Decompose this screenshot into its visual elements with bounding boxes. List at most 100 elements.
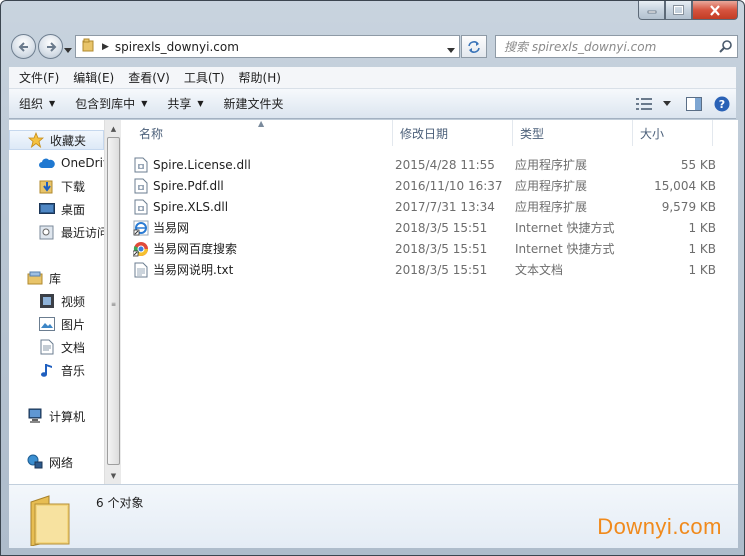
nav-documents[interactable]: 文档 bbox=[39, 337, 85, 357]
file-name: Spire.XLS.dll bbox=[153, 199, 229, 214]
folder-icon bbox=[27, 492, 75, 549]
file-row[interactable]: 当易网说明.txt 2018/3/5 15:51 文本文档 1 KB bbox=[133, 259, 716, 280]
column-header-name[interactable]: 名称 bbox=[121, 120, 393, 146]
breadcrumb-arrow-icon[interactable]: ▶ bbox=[102, 42, 109, 52]
address-bar[interactable]: ▶ spirexls_downyi.com bbox=[75, 35, 460, 58]
explorer-window: ▶ spirexls_downyi.com 搜索 spirexls_downyi… bbox=[0, 0, 745, 556]
file-type: 文本文档 bbox=[515, 263, 564, 277]
search-icon[interactable] bbox=[719, 39, 733, 56]
file-row[interactable]: 当易网百度搜索 2018/3/5 15:51 Internet 快捷方式 1 KB bbox=[133, 238, 716, 259]
menu-edit[interactable]: 编辑(E) bbox=[66, 69, 121, 86]
chevron-down-icon: ▼ bbox=[141, 99, 148, 108]
dll-icon bbox=[133, 157, 149, 173]
scroll-down-arrow[interactable]: ▼ bbox=[105, 467, 122, 484]
command-bar: 组织 ▼ 包含到库中 ▼ 共享 ▼ 新建文件夹 ? bbox=[9, 88, 736, 119]
file-date: 2017/7/31 13:34 bbox=[395, 199, 495, 214]
forward-arrow-icon bbox=[46, 41, 56, 52]
maximize-button[interactable] bbox=[665, 1, 692, 20]
refresh-button[interactable] bbox=[461, 35, 487, 58]
file-name-cell[interactable]: 当易网 bbox=[133, 219, 395, 236]
menu-tools[interactable]: 工具(T) bbox=[177, 69, 232, 86]
share-button[interactable]: 共享 ▼ bbox=[157, 89, 213, 118]
column-header-modified[interactable]: 修改日期 bbox=[393, 120, 513, 146]
new-folder-label: 新建文件夹 bbox=[223, 97, 284, 111]
file-type: 应用程序扩展 bbox=[515, 200, 588, 214]
nav-computer-label: 计算机 bbox=[49, 409, 86, 424]
nav-network[interactable]: 网络 bbox=[27, 452, 73, 472]
navigation-pane: 收藏夹 OneDrive 下载 桌面 最近访问 bbox=[9, 120, 104, 484]
chevron-down-icon bbox=[447, 48, 455, 53]
menu-file[interactable]: 文件(F) bbox=[12, 69, 66, 86]
file-name: 当易网 bbox=[153, 221, 190, 235]
nav-music-label: 音乐 bbox=[61, 363, 86, 378]
nav-onedrive[interactable]: OneDrive bbox=[39, 153, 104, 173]
back-arrow-icon bbox=[18, 41, 28, 52]
nav-downloads[interactable]: 下载 bbox=[39, 176, 85, 196]
minimize-icon bbox=[647, 10, 656, 14]
preview-pane-button[interactable] bbox=[686, 96, 702, 111]
file-type: 应用程序扩展 bbox=[515, 179, 588, 193]
file-size: 1 KB bbox=[688, 241, 716, 256]
file-name-cell[interactable]: 当易网百度搜索 bbox=[133, 240, 395, 257]
chevron-down-icon[interactable] bbox=[660, 100, 674, 107]
breadcrumb-folder[interactable]: spirexls_downyi.com bbox=[115, 40, 239, 54]
back-button[interactable] bbox=[11, 34, 36, 59]
recent-locations-dropdown[interactable] bbox=[64, 42, 72, 56]
maximize-icon bbox=[673, 5, 684, 15]
file-row[interactable]: 当易网 2018/3/5 15:51 Internet 快捷方式 1 KB bbox=[133, 217, 716, 238]
file-size: 9,579 KB bbox=[661, 199, 716, 214]
column-header-size[interactable]: 大小 bbox=[633, 120, 713, 146]
nav-computer[interactable]: 计算机 bbox=[27, 406, 85, 426]
close-button[interactable] bbox=[692, 1, 738, 20]
menu-view[interactable]: 查看(V) bbox=[121, 69, 177, 86]
nav-pictures[interactable]: 图片 bbox=[39, 314, 85, 334]
site-watermark: Downyi.com bbox=[597, 514, 722, 539]
forward-button[interactable] bbox=[38, 34, 63, 59]
change-view-button[interactable] bbox=[636, 97, 674, 110]
file-row[interactable]: Spire.XLS.dll 2017/7/31 13:34 应用程序扩展 9,579 … bbox=[133, 196, 716, 217]
chevron-down-icon: ▼ bbox=[197, 99, 204, 108]
new-folder-button[interactable]: 新建文件夹 bbox=[214, 89, 294, 118]
file-name-cell[interactable]: Spire.XLS.dll bbox=[133, 199, 395, 215]
file-name-cell[interactable]: Spire.License.dll bbox=[133, 157, 395, 173]
file-type: Internet 快捷方式 bbox=[515, 221, 615, 235]
column-header-type[interactable]: 类型 bbox=[513, 120, 633, 146]
svg-text:?: ? bbox=[719, 98, 725, 111]
scrollbar-thumb[interactable]: ≡ bbox=[107, 137, 120, 465]
minimize-button[interactable] bbox=[638, 1, 665, 20]
nav-favorites[interactable]: 收藏夹 bbox=[9, 130, 104, 150]
view-details-icon bbox=[636, 97, 652, 110]
documents-icon bbox=[39, 339, 55, 355]
file-name-cell[interactable]: Spire.Pdf.dll bbox=[133, 178, 395, 194]
nav-libraries[interactable]: 库 bbox=[27, 268, 61, 288]
address-row: ▶ spirexls_downyi.com 搜索 spirexls_downyi… bbox=[9, 32, 738, 60]
file-date: 2018/3/5 15:51 bbox=[395, 262, 488, 277]
organize-button[interactable]: 组织 ▼ bbox=[9, 89, 65, 118]
nav-downloads-label: 下载 bbox=[61, 179, 86, 194]
downloads-folder-icon bbox=[39, 178, 55, 194]
nav-videos[interactable]: 视频 bbox=[39, 291, 85, 311]
recent-places-icon bbox=[39, 224, 55, 240]
file-date: 2015/4/28 11:55 bbox=[395, 157, 495, 172]
nav-recent[interactable]: 最近访问 bbox=[39, 222, 104, 242]
address-dropdown[interactable] bbox=[447, 42, 455, 56]
video-icon bbox=[39, 293, 55, 309]
nav-network-label: 网络 bbox=[49, 455, 74, 470]
file-size: 15,004 KB bbox=[654, 178, 716, 193]
include-in-library-button[interactable]: 包含到库中 ▼ bbox=[65, 89, 157, 118]
file-size: 1 KB bbox=[688, 220, 716, 235]
menu-help[interactable]: 帮助(H) bbox=[232, 69, 288, 86]
navigation-scrollbar[interactable]: ▲ ≡ ▼ bbox=[104, 120, 121, 484]
dll-icon bbox=[133, 178, 149, 194]
file-row[interactable]: Spire.License.dll 2015/4/28 11:55 应用程序扩展 55… bbox=[133, 154, 716, 175]
share-label: 共享 bbox=[167, 97, 192, 111]
nav-music[interactable]: 音乐 bbox=[39, 360, 85, 380]
file-name: 当易网百度搜索 bbox=[153, 242, 238, 256]
scroll-up-arrow[interactable]: ▲ bbox=[105, 120, 122, 137]
file-row[interactable]: Spire.Pdf.dll 2016/11/10 16:37 应用程序扩展 15,00… bbox=[133, 175, 716, 196]
chevron-down-icon bbox=[64, 48, 72, 53]
file-name-cell[interactable]: 当易网说明.txt bbox=[133, 261, 395, 278]
nav-desktop[interactable]: 桌面 bbox=[39, 199, 85, 219]
help-button[interactable]: ? bbox=[714, 96, 730, 112]
search-input[interactable]: 搜索 spirexls_downyi.com bbox=[495, 35, 738, 58]
